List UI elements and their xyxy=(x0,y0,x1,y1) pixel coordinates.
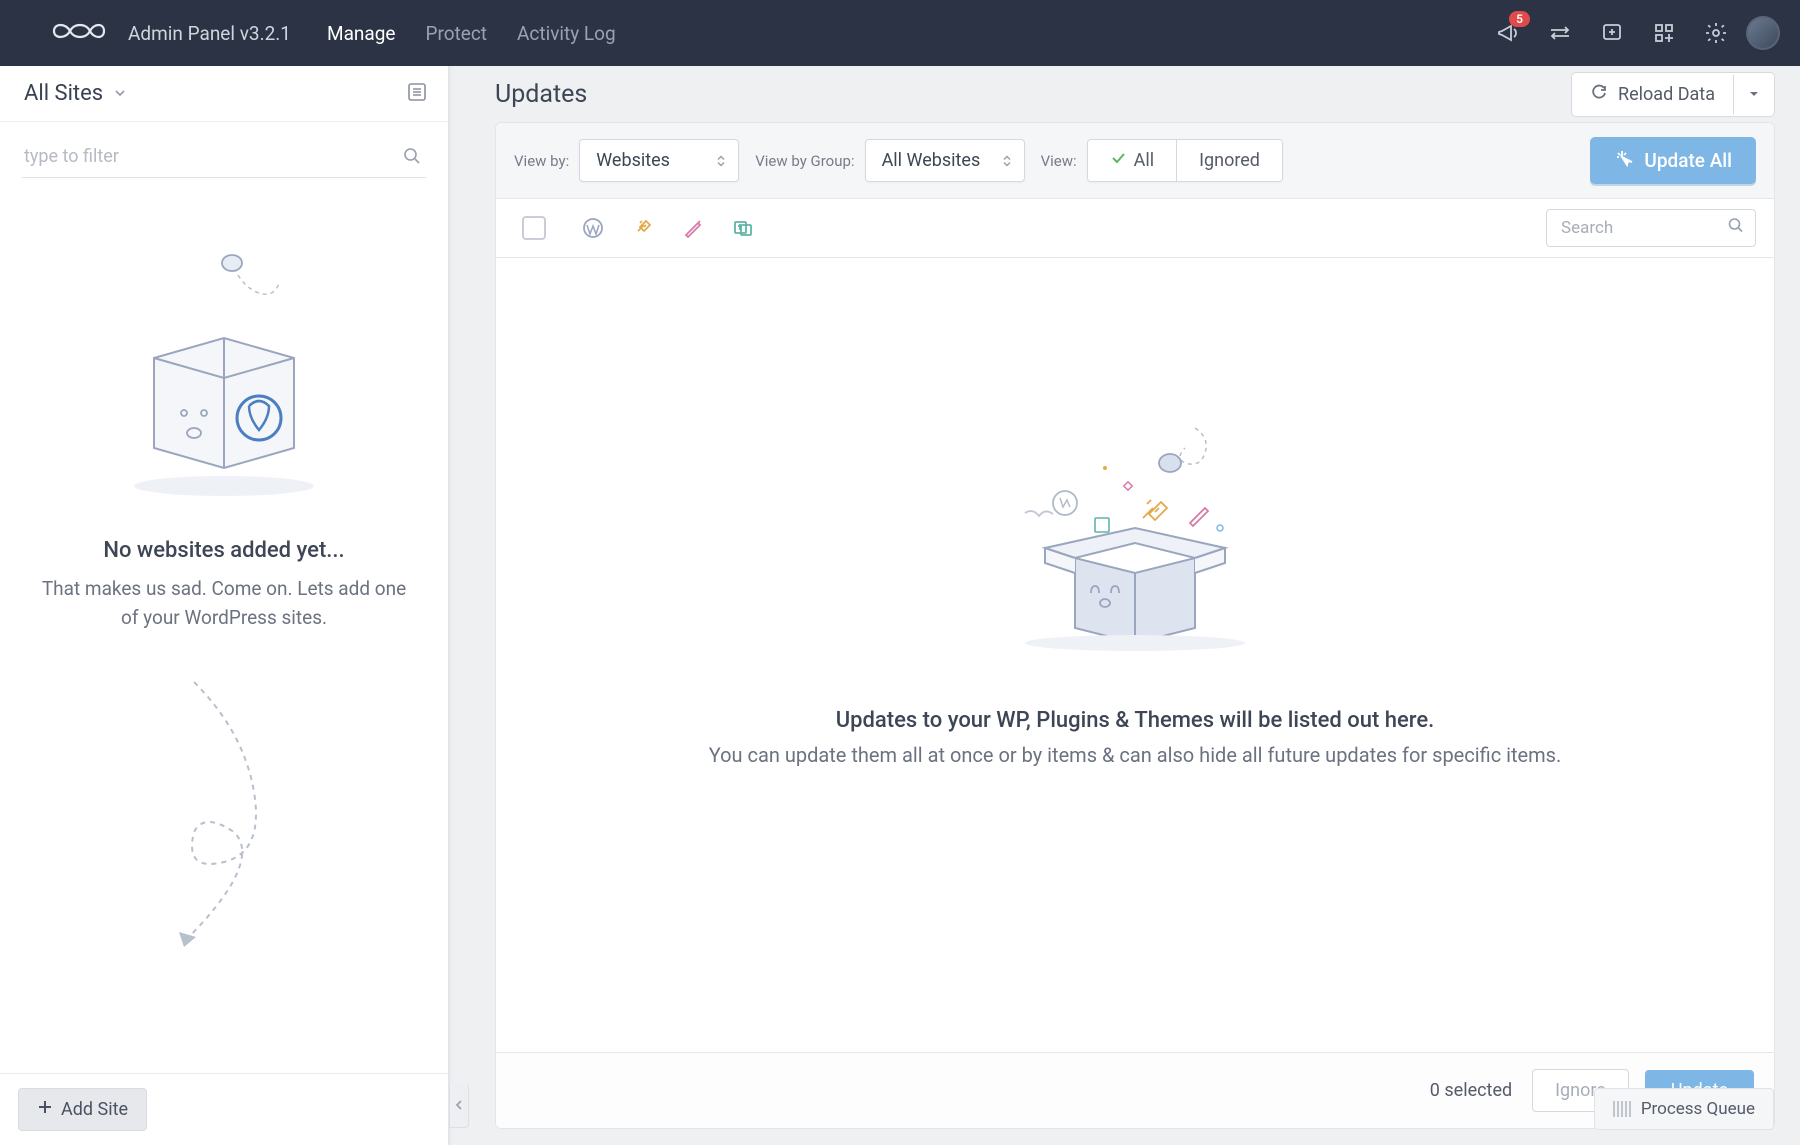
content: Updates Reload Data View by: Websites xyxy=(470,66,1800,1145)
wordpress-filter-icon[interactable] xyxy=(582,217,604,239)
queue-bars-icon xyxy=(1613,1101,1631,1117)
sidebar: All Sites xyxy=(0,66,450,1145)
sidebar-header: All Sites xyxy=(0,66,448,122)
reload-icon xyxy=(1590,83,1608,106)
updates-panel: View by: Websites View by Group: All Web… xyxy=(495,122,1775,1129)
view-by-group-value: All Websites xyxy=(882,150,981,171)
select-caret-icon xyxy=(716,154,726,167)
selected-count: 0 selected xyxy=(1430,1080,1512,1101)
sidebar-title[interactable]: All Sites xyxy=(24,81,127,106)
process-queue-button[interactable]: Process Queue xyxy=(1594,1088,1774,1130)
app-title: Admin Panel v3.2.1 xyxy=(128,22,291,45)
view-by-value: Websites xyxy=(596,150,670,171)
sidebar-title-label: All Sites xyxy=(24,81,103,106)
page-title: Updates xyxy=(495,80,587,109)
sidebar-empty-text: That makes us sad. Come on. Lets add one… xyxy=(30,575,418,632)
search-icon xyxy=(402,146,422,170)
update-all-label: Update All xyxy=(1644,149,1732,172)
segment-all-label: All xyxy=(1134,150,1155,171)
view-segment-group: All Ignored xyxy=(1087,139,1283,182)
sidebar-footer: Add Site xyxy=(0,1073,448,1145)
panel-empty-state: Updates to your WP, Plugins & Themes wil… xyxy=(496,258,1774,1052)
search-input[interactable] xyxy=(1561,218,1719,238)
panel-footer: 0 selected Ignore Update xyxy=(496,1052,1774,1128)
themes-filter-icon[interactable] xyxy=(682,217,704,239)
sidebar-filter xyxy=(0,122,448,178)
sidebar-list-icon[interactable] xyxy=(406,81,428,107)
view-by-group-label: View by Group: xyxy=(755,152,854,170)
search-box xyxy=(1546,209,1756,247)
process-queue-label: Process Queue xyxy=(1641,1099,1755,1119)
empty-box-illustration xyxy=(104,238,344,498)
view-by-label: View by: xyxy=(514,152,569,170)
chevron-down-icon xyxy=(113,81,127,106)
topbar-icons: 5 xyxy=(1496,21,1728,45)
topbar: Admin Panel v3.2.1 Manage Protect Activi… xyxy=(0,0,1800,66)
announcements-icon[interactable]: 5 xyxy=(1496,21,1520,45)
plugins-filter-icon[interactable] xyxy=(632,217,654,239)
nav-tab-manage[interactable]: Manage xyxy=(327,22,396,45)
view-by-group-select[interactable]: All Websites xyxy=(865,139,1025,182)
reload-label: Reload Data xyxy=(1618,84,1715,105)
notifications-badge: 5 xyxy=(1509,11,1530,27)
sidebar-empty-state: No websites added yet... That makes us s… xyxy=(0,178,448,1073)
settings-icon[interactable] xyxy=(1704,21,1728,45)
select-all-checkbox[interactable] xyxy=(522,216,546,240)
segment-ignored-label: Ignored xyxy=(1199,150,1260,171)
select-caret-icon xyxy=(1002,154,1012,167)
sidebar-empty-title: No websites added yet... xyxy=(30,538,418,563)
nav-tabs: Manage Protect Activity Log xyxy=(327,22,616,45)
view-segment-ignored[interactable]: Ignored xyxy=(1176,140,1282,181)
plus-icon xyxy=(37,1099,53,1120)
nav-tab-activity[interactable]: Activity Log xyxy=(517,22,616,45)
reload-data-main[interactable]: Reload Data xyxy=(1572,73,1733,116)
collapse-sidebar-button[interactable] xyxy=(449,1083,469,1128)
open-box-illustration xyxy=(995,408,1275,658)
content-header: Updates Reload Data xyxy=(495,66,1775,122)
panel-empty-text: You can update them all at once or by it… xyxy=(709,743,1562,767)
nav-tab-protect[interactable]: Protect xyxy=(425,22,487,45)
view-label: View: xyxy=(1041,152,1077,170)
toolbar-row xyxy=(496,199,1774,258)
logo-icon xyxy=(48,15,110,51)
translations-filter-icon[interactable] xyxy=(732,217,754,239)
search-icon xyxy=(1727,217,1745,240)
add-site-label: Add Site xyxy=(61,1099,128,1120)
dashed-arrow-illustration xyxy=(124,672,324,962)
sync-icon[interactable] xyxy=(1548,21,1572,45)
avatar[interactable] xyxy=(1746,16,1780,50)
filter-input[interactable] xyxy=(22,136,426,177)
panel-empty-title: Updates to your WP, Plugins & Themes wil… xyxy=(836,708,1434,733)
update-all-button[interactable]: Update All xyxy=(1590,137,1756,184)
view-segment-all[interactable]: All xyxy=(1088,140,1177,181)
reload-caret-button[interactable] xyxy=(1733,75,1774,114)
update-click-icon xyxy=(1614,148,1634,173)
apps-icon[interactable] xyxy=(1652,21,1676,45)
reload-data-button: Reload Data xyxy=(1571,72,1775,117)
filter-bar: View by: Websites View by Group: All Web… xyxy=(496,123,1774,199)
feedback-icon[interactable] xyxy=(1600,21,1624,45)
add-site-button[interactable]: Add Site xyxy=(18,1088,147,1131)
check-icon xyxy=(1110,150,1126,171)
view-by-select[interactable]: Websites xyxy=(579,139,739,182)
